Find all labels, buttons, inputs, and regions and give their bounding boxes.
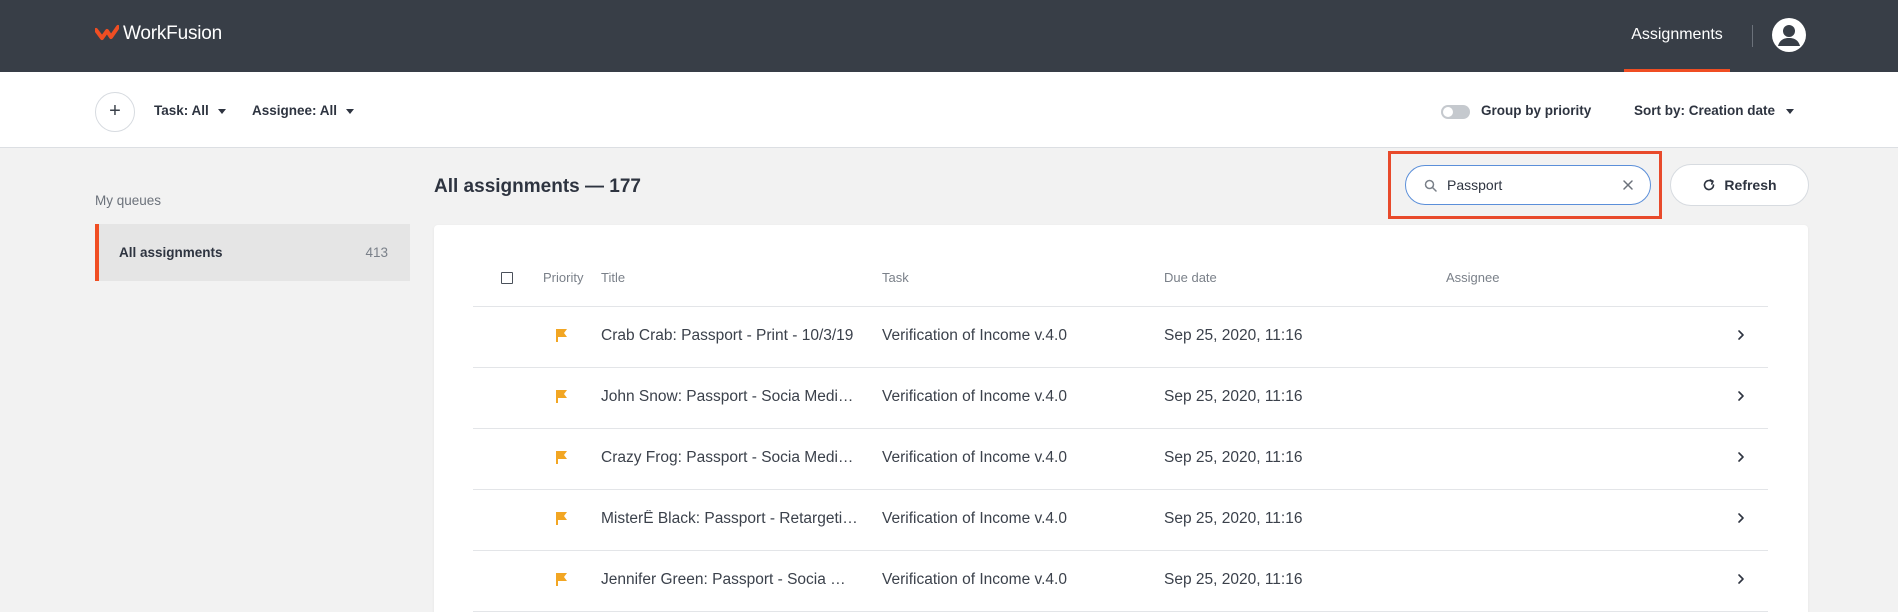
workfusion-logo-icon [95, 25, 119, 40]
search-icon [1424, 179, 1437, 192]
row-title: Crazy Frog: Passport - Socia Medi… [601, 449, 854, 466]
table-row[interactable]: Crab Crab: Passport - Print - 10/3/19 Ve… [473, 307, 1768, 368]
add-button[interactable]: + [95, 92, 135, 132]
chevron-right-icon[interactable] [1736, 573, 1746, 585]
close-icon[interactable] [1621, 178, 1635, 192]
row-task: Verification of Income v.4.0 [882, 571, 1067, 588]
table-header: Priority Title Task Due date Assignee [473, 248, 1768, 307]
column-header-assignee[interactable]: Assignee [1446, 270, 1499, 285]
chevron-right-icon[interactable] [1736, 390, 1746, 402]
top-header: WorkFusion Assignments [0, 0, 1898, 72]
assignee-filter-dropdown[interactable]: Assignee: All [252, 103, 355, 118]
tab-assignments[interactable]: Assignments [1624, 0, 1730, 72]
row-due-date: Sep 25, 2020, 11:16 [1164, 327, 1303, 344]
header-divider [1752, 25, 1753, 47]
chevron-down-icon [1786, 108, 1795, 114]
row-due-date: Sep 25, 2020, 11:16 [1164, 571, 1303, 588]
row-due-date: Sep 25, 2020, 11:16 [1164, 388, 1303, 405]
group-by-priority-toggle[interactable] [1441, 105, 1470, 119]
flag-icon [556, 573, 567, 586]
user-avatar-icon[interactable] [1771, 17, 1807, 53]
task-filter-dropdown[interactable]: Task: All [154, 103, 226, 118]
chevron-down-icon [346, 108, 355, 114]
flag-icon [556, 451, 567, 464]
assignee-filter-label: Assignee: All [252, 103, 338, 118]
table-row[interactable]: John Snow: Passport - Socia Medi… Verifi… [473, 368, 1768, 429]
filter-bar: + Task: All Assignee: All Group by prior… [0, 72, 1898, 148]
tab-assignments-label: Assignments [1631, 26, 1723, 43]
queues-section-title: My queues [95, 193, 162, 208]
assignments-table: Priority Title Task Due date Assignee Cr… [473, 248, 1768, 612]
toggle-knob [1443, 107, 1453, 117]
chevron-right-icon[interactable] [1736, 451, 1746, 463]
flag-icon [556, 512, 567, 525]
row-task: Verification of Income v.4.0 [882, 388, 1067, 405]
row-task: Verification of Income v.4.0 [882, 327, 1067, 344]
table-row[interactable]: Crazy Frog: Passport - Socia Medi… Verif… [473, 429, 1768, 490]
chevron-right-icon[interactable] [1736, 329, 1746, 341]
row-title: John Snow: Passport - Socia Medi… [601, 388, 854, 405]
brand-logo[interactable]: WorkFusion [95, 23, 222, 45]
chevron-right-icon[interactable] [1736, 512, 1746, 524]
row-task: Verification of Income v.4.0 [882, 449, 1067, 466]
chevron-down-icon [217, 108, 226, 114]
table-row[interactable]: Jennifer Green: Passport - Socia … Verif… [473, 551, 1768, 612]
group-by-priority-label: Group by priority [1481, 103, 1592, 118]
column-header-due-date[interactable]: Due date [1164, 270, 1384, 285]
row-task: Verification of Income v.4.0 [882, 510, 1067, 527]
queue-item-label: All assignments [119, 245, 223, 260]
column-header-task[interactable]: Task [882, 270, 1122, 285]
sort-by-label: Sort by: Creation date [1634, 103, 1776, 118]
assignments-table-card: Priority Title Task Due date Assignee Cr… [434, 225, 1808, 612]
task-filter-label: Task: All [154, 103, 209, 118]
queue-item-all-assignments[interactable]: All assignments 413 [95, 224, 410, 281]
column-header-priority[interactable]: Priority [543, 270, 583, 285]
flag-icon [556, 390, 567, 403]
page-title: All assignments — 177 [434, 176, 641, 197]
row-due-date: Sep 25, 2020, 11:16 [1164, 510, 1303, 527]
search-field[interactable] [1405, 165, 1651, 205]
row-title: Jennifer Green: Passport - Socia … [601, 571, 846, 588]
queue-item-count: 413 [365, 245, 388, 260]
row-title: MisterÊ Black: Passport - Retargeti… [601, 510, 858, 527]
refresh-button-label: Refresh [1724, 177, 1777, 193]
search-input[interactable] [1447, 175, 1612, 195]
brand-name: WorkFusion [123, 23, 223, 44]
select-all-checkbox[interactable] [501, 272, 513, 284]
refresh-icon [1704, 179, 1715, 191]
flag-icon [556, 329, 567, 342]
row-title: Crab Crab: Passport - Print - 10/3/19 [601, 327, 854, 344]
table-row[interactable]: MisterÊ Black: Passport - Retargeti… Ver… [473, 490, 1768, 551]
refresh-button[interactable]: Refresh [1670, 164, 1809, 206]
row-due-date: Sep 25, 2020, 11:16 [1164, 449, 1303, 466]
sort-by-dropdown[interactable]: Sort by: Creation date [1634, 103, 1795, 118]
column-header-title[interactable]: Title [601, 270, 863, 285]
